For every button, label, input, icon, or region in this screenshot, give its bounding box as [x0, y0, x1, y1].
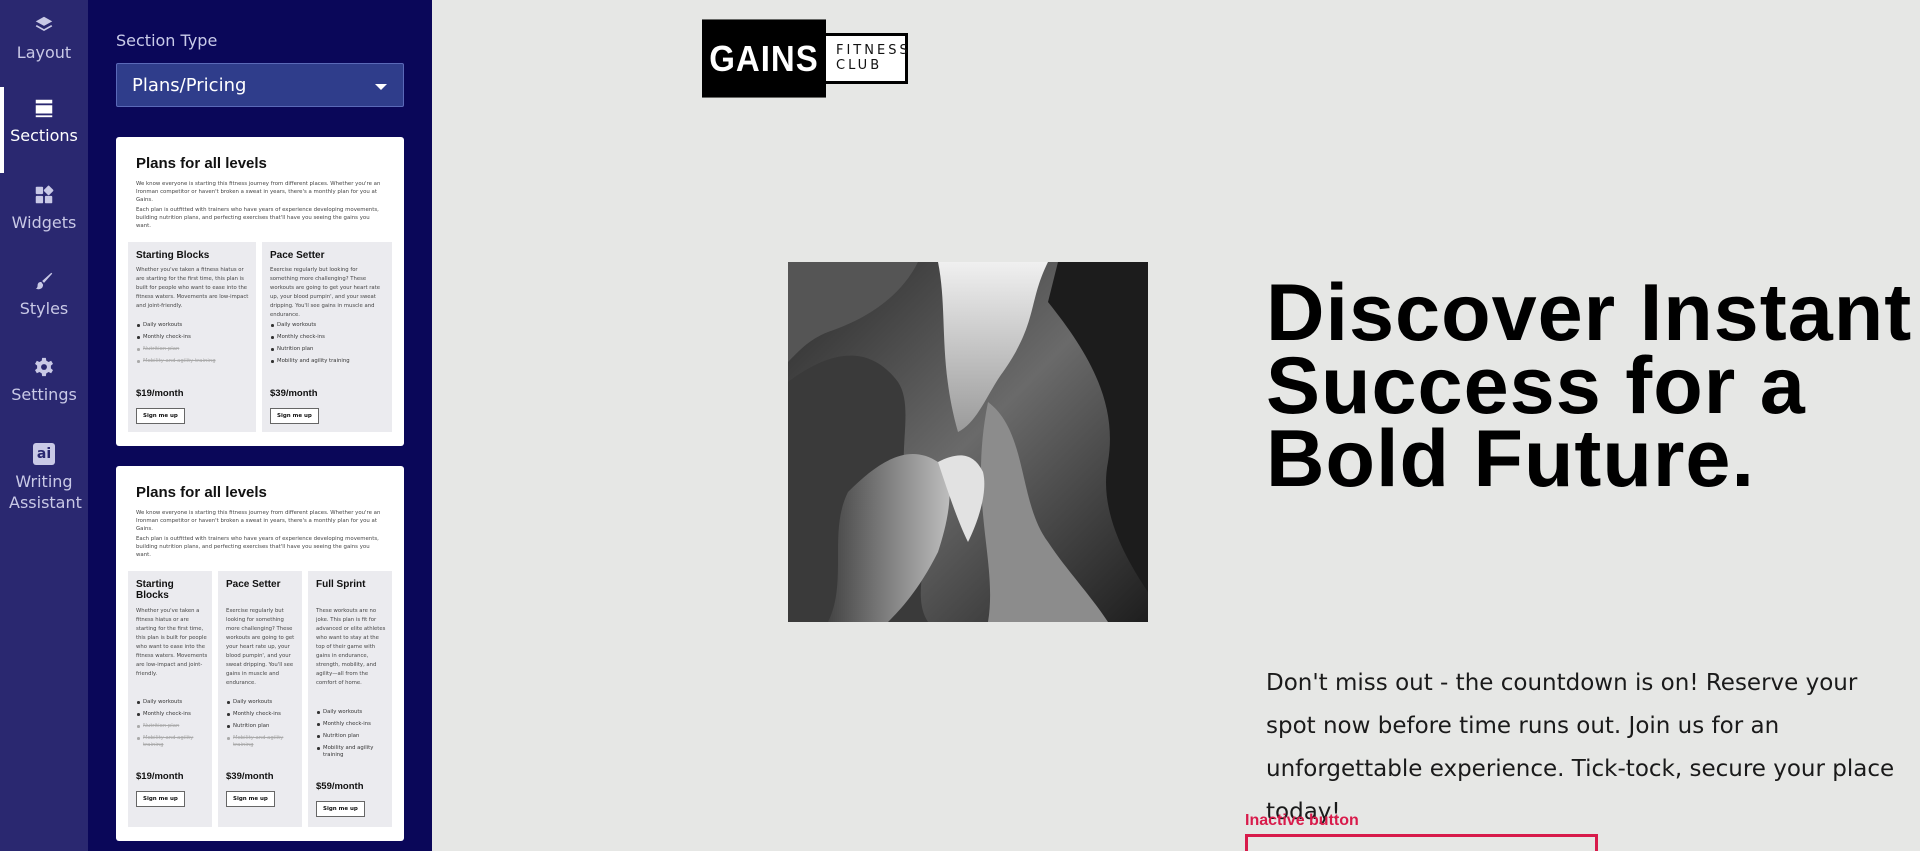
plan-features: Daily workouts Monthly check-ins Nutriti…: [136, 322, 251, 370]
rail-item-widgets[interactable]: Widgets: [0, 184, 88, 233]
feature-item: Mobility and agility training: [136, 358, 251, 365]
rail-item-label: Layout: [16, 43, 72, 62]
feature-item: Mobility and agility training: [136, 735, 208, 748]
feature-item: Nutrition plan: [136, 346, 251, 353]
feature-item: Monthly check-ins: [316, 721, 388, 728]
plan-desc: These workouts are no joke. This plan is…: [316, 608, 386, 686]
gains-logo[interactable]: GAINS FITNESS CLUB: [702, 19, 908, 98]
feature-item: Monthly check-ins: [270, 334, 387, 341]
feature-item: Daily workouts: [270, 322, 387, 329]
rail-item-label: Settings: [11, 385, 77, 404]
feature-item: Daily workouts: [226, 699, 298, 706]
rail-item-label: Widgets: [11, 213, 77, 232]
rail-item-layout[interactable]: Layout: [0, 14, 88, 63]
rail-item-settings[interactable]: Settings: [0, 356, 88, 405]
logo-subtitle: FITNESS CLUB: [826, 33, 908, 84]
plan-name: Starting Blocks: [136, 579, 174, 601]
plan-column: Starting Blocks Whether you've taken a f…: [128, 571, 212, 827]
rail-item-label: Writing Assistant: [9, 472, 82, 512]
section-type-select[interactable]: Plans/Pricing: [116, 63, 404, 107]
left-nav-rail: Layout Sections Widgets Styles Settings: [0, 0, 88, 851]
plan-features: Daily workouts Monthly check-ins Nutriti…: [316, 709, 388, 764]
sign-up-button: Sign me up: [270, 408, 319, 424]
pricing-template-two-column[interactable]: Plans for all levels We know everyone is…: [116, 137, 404, 446]
sections-panel: Section Type Plans/Pricing Plans for all…: [88, 0, 432, 851]
plan-price: $39/month: [270, 388, 318, 399]
plan-desc: Exercise regularly but looking for somet…: [226, 608, 295, 686]
plan-name: Full Sprint: [316, 579, 366, 590]
gear-icon: [35, 357, 53, 377]
feature-item: Mobility and agility training: [226, 735, 298, 748]
plan-features: Daily workouts Monthly check-ins Nutriti…: [136, 699, 208, 754]
plan-features: Daily workouts Monthly check-ins Nutriti…: [270, 322, 387, 370]
card-intro-2: Each plan is outfitted with trainers who…: [136, 207, 379, 229]
plan-column: Full Sprint These workouts are no joke. …: [308, 571, 392, 827]
plan-desc: Exercise regularly but looking for somet…: [270, 267, 381, 318]
hero-headline[interactable]: Discover Instant Success for a Bold Futu…: [1266, 273, 1916, 500]
chevron-down-icon: [375, 84, 387, 90]
plan-column: Pace Setter Exercise regularly but looki…: [218, 571, 302, 827]
plan-features: Daily workouts Monthly check-ins Nutriti…: [226, 699, 298, 754]
section-type-label: Section Type: [116, 31, 218, 50]
section-type-value: Plans/Pricing: [132, 75, 247, 96]
inactive-button[interactable]: [1245, 834, 1598, 851]
sign-up-button: Sign me up: [136, 408, 185, 424]
feature-item: Nutrition plan: [136, 723, 208, 730]
plan-price: $19/month: [136, 771, 184, 782]
plan-name: Pace Setter: [226, 579, 281, 590]
plan-column: Pace Setter Exercise regularly but looki…: [262, 242, 392, 432]
rail-item-sections[interactable]: Sections: [0, 87, 88, 173]
feature-item: Monthly check-ins: [136, 334, 251, 341]
plan-price: $59/month: [316, 781, 364, 792]
card-title: Plans for all levels: [136, 155, 267, 172]
feature-item: Monthly check-ins: [136, 711, 208, 718]
hero-body-text[interactable]: Don't miss out - the countdown is on! Re…: [1266, 662, 1906, 834]
feature-item: Nutrition plan: [270, 346, 387, 353]
feature-item: Mobility and agility training: [270, 358, 387, 365]
plan-desc: Whether you've taken a fitness hiatus or…: [136, 608, 208, 677]
logo-subtitle-line2: CLUB: [836, 58, 883, 73]
feature-item: Nutrition plan: [316, 733, 388, 740]
feature-item: Daily workouts: [316, 709, 388, 716]
plan-column: Starting Blocks Whether you've taken a f…: [128, 242, 256, 432]
sign-up-button: Sign me up: [136, 791, 185, 807]
card-intro: We know everyone is starting this fitnes…: [136, 510, 381, 532]
widgets-icon: [35, 185, 54, 204]
rail-item-writing-assistant[interactable]: ai Writing Assistant: [0, 443, 88, 513]
plan-name: Starting Blocks: [136, 250, 210, 261]
brush-icon: [35, 272, 53, 290]
sections-icon: [35, 99, 53, 118]
rail-item-styles[interactable]: Styles: [0, 270, 88, 319]
logo-subtitle-line1: FITNESS: [836, 43, 911, 58]
feature-item: Daily workouts: [136, 322, 251, 329]
feature-item: Monthly check-ins: [226, 711, 298, 718]
ai-icon: ai: [33, 443, 55, 465]
plan-name: Pace Setter: [270, 250, 325, 261]
inactive-button-label: Inactive button: [1245, 812, 1359, 829]
feature-item: Mobility and agility training: [316, 745, 388, 758]
card-title: Plans for all levels: [136, 484, 267, 501]
plan-price: $39/month: [226, 771, 274, 782]
layers-icon: [35, 16, 53, 31]
hero-canyon-image[interactable]: [788, 262, 1148, 622]
pricing-template-three-column[interactable]: Plans for all levels We know everyone is…: [116, 466, 404, 841]
card-intro-2: Each plan is outfitted with trainers who…: [136, 536, 379, 558]
plan-price: $19/month: [136, 388, 184, 399]
rail-item-label: Sections: [10, 126, 78, 145]
logo-wordmark: GAINS: [702, 19, 826, 98]
feature-item: Daily workouts: [136, 699, 208, 706]
page-canvas: GAINS FITNESS CLUB Discover Instant Succ…: [432, 0, 1920, 851]
sign-up-button: Sign me up: [316, 801, 365, 817]
sign-up-button: Sign me up: [226, 791, 275, 807]
card-intro: We know everyone is starting this fitnes…: [136, 181, 381, 203]
plan-desc: Whether you've taken a fitness hiatus or…: [136, 267, 249, 309]
feature-item: Nutrition plan: [226, 723, 298, 730]
rail-item-label: Styles: [19, 299, 69, 318]
